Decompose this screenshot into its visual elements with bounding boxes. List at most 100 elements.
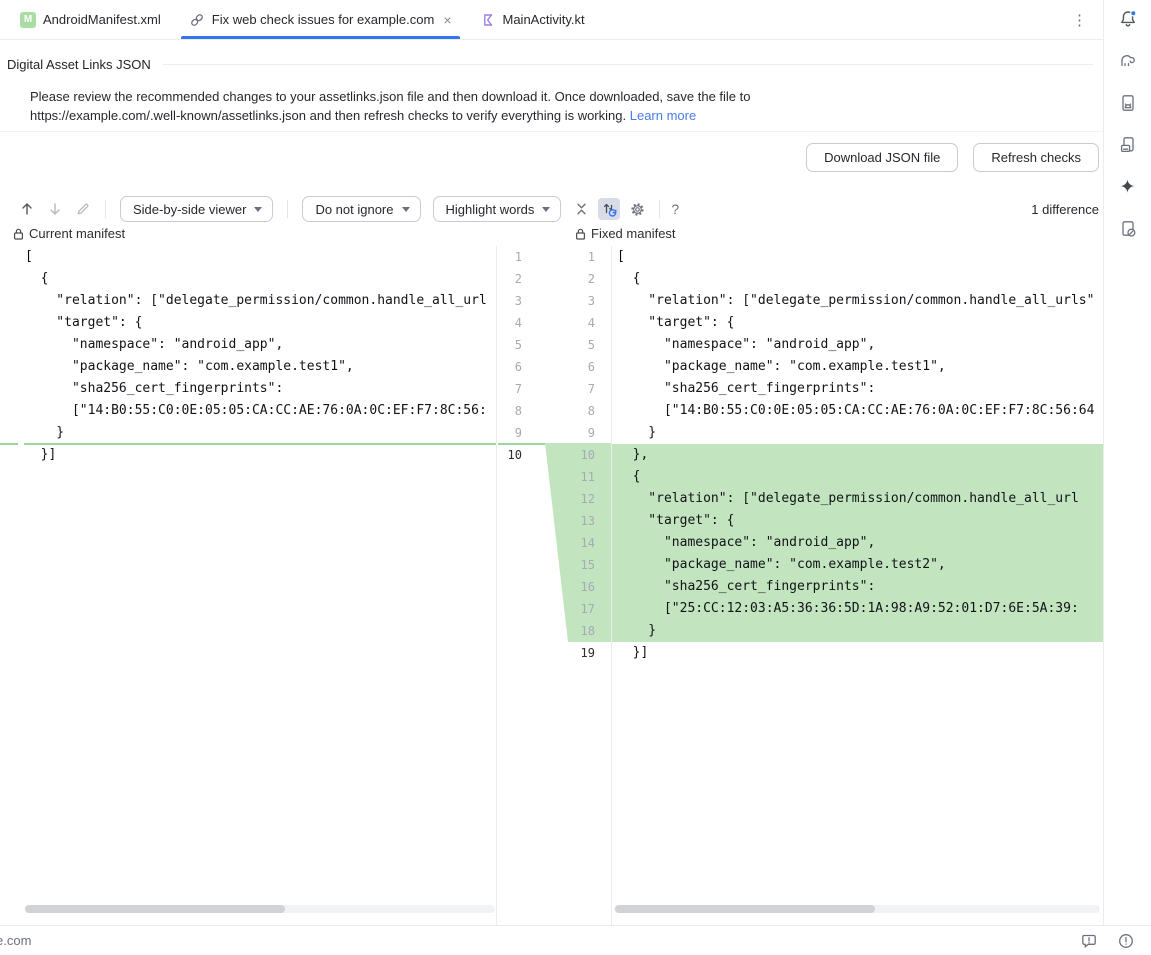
next-difference-icon[interactable] — [44, 198, 66, 220]
code-line[interactable]: "namespace": "android_app", — [0, 334, 496, 356]
code-line[interactable]: [ — [0, 246, 496, 268]
code-line[interactable]: ["14:B0:55:C0:0E:05:05:CA:CC:AE:76:0A:0C… — [0, 400, 496, 422]
code-line[interactable]: "sha256_cert_fingerprints": — [612, 576, 1103, 598]
line-number: 19 — [555, 642, 595, 664]
download-json-button[interactable]: Download JSON file — [806, 143, 958, 172]
line-number: 2 — [498, 268, 522, 290]
code-line[interactable]: }, — [612, 444, 1103, 466]
left-line-numbers: 12345678910 — [498, 246, 522, 466]
line-number: 7 — [555, 378, 595, 400]
insertion-marker — [24, 443, 496, 445]
chevron-down-icon — [402, 207, 410, 212]
tab-androidmanifest[interactable]: M AndroidManifest.xml — [6, 0, 175, 39]
code-line[interactable]: { — [612, 268, 1103, 290]
line-number: 10 — [555, 444, 595, 466]
code-line[interactable]: ["25:CC:12:03:A5:36:36:5D:1A:98:A9:52:01… — [612, 598, 1103, 620]
editor-tab-bar: M AndroidManifest.xml Fix web check issu… — [0, 0, 1103, 40]
code-line[interactable]: "package_name": "com.example.test1", — [612, 356, 1103, 378]
status-text: e.com — [0, 933, 31, 948]
code-line[interactable]: "sha256_cert_fingerprints": — [612, 378, 1103, 400]
divider — [287, 200, 288, 218]
code-line[interactable]: "target": { — [612, 312, 1103, 334]
diff-gutter: 12345678910 1234567891011121314151617181… — [498, 246, 611, 925]
divider — [659, 200, 660, 218]
line-number: 7 — [498, 378, 522, 400]
device-manager-icon[interactable] — [1114, 93, 1142, 113]
highlighting-mode-dropdown[interactable]: Highlight words — [433, 196, 562, 222]
notifications-icon[interactable] — [1114, 9, 1142, 29]
lock-icon — [12, 227, 25, 241]
left-code-lines: [ { "relation": ["delegate_permission/co… — [0, 246, 496, 466]
left-horizontal-scrollbar[interactable] — [25, 905, 495, 913]
code-line[interactable]: { — [0, 268, 496, 290]
right-pane-title: Fixed manifest — [574, 226, 676, 241]
line-number: 9 — [498, 422, 522, 444]
fixed-manifest-editor[interactable]: [ { "relation": ["delegate_permission/co… — [611, 246, 1103, 925]
collapse-unchanged-icon[interactable] — [570, 198, 592, 220]
line-number: 3 — [555, 290, 595, 312]
code-line[interactable]: "namespace": "android_app", — [612, 532, 1103, 554]
gear-icon[interactable] — [626, 198, 648, 220]
line-number: 1 — [555, 246, 595, 268]
page-title: Digital Asset Links JSON — [7, 57, 151, 72]
instructions-text: Please review the recommended changes to… — [30, 87, 750, 125]
synchronize-scrolling-toggle[interactable] — [598, 198, 620, 220]
code-line[interactable]: "relation": ["delegate_permission/common… — [612, 488, 1103, 510]
code-line[interactable]: } — [612, 620, 1103, 642]
code-line[interactable]: "target": { — [0, 312, 496, 334]
right-tool-window-strip: ✦ — [1103, 0, 1151, 925]
code-line[interactable]: }] — [0, 444, 496, 466]
code-line[interactable]: } — [612, 422, 1103, 444]
gemini-icon[interactable]: ✦ — [1114, 177, 1142, 197]
refresh-checks-button[interactable]: Refresh checks — [973, 143, 1099, 172]
close-icon[interactable]: × — [443, 12, 451, 28]
line-number: 18 — [555, 620, 595, 642]
tab-mainactivity[interactable]: MainActivity.kt — [466, 0, 599, 39]
previous-difference-icon[interactable] — [16, 198, 38, 220]
code-line[interactable]: "package_name": "com.example.test2", — [612, 554, 1103, 576]
line-number: 5 — [555, 334, 595, 356]
code-line[interactable]: "namespace": "android_app", — [612, 334, 1103, 356]
chevron-down-icon — [542, 207, 550, 212]
line-number: 2 — [555, 268, 595, 290]
line-number: 3 — [498, 290, 522, 312]
code-line[interactable]: "sha256_cert_fingerprints": — [0, 378, 496, 400]
line-number: 5 — [498, 334, 522, 356]
code-line[interactable]: ["14:B0:55:C0:0E:05:05:CA:CC:AE:76:0A:0C… — [612, 400, 1103, 422]
app-links-assistant-icon[interactable] — [1114, 219, 1142, 239]
code-line[interactable]: "package_name": "com.example.test1", — [0, 356, 496, 378]
help-icon[interactable]: ? — [671, 201, 679, 217]
current-manifest-editor[interactable]: [ { "relation": ["delegate_permission/co… — [0, 246, 497, 925]
code-line[interactable]: [ — [612, 246, 1103, 268]
code-line[interactable]: } — [0, 422, 496, 444]
ignore-policy-dropdown[interactable]: Do not ignore — [302, 196, 420, 222]
difference-count: 1 difference — [1031, 202, 1099, 217]
line-number: 10 — [498, 444, 522, 466]
right-line-numbers: 12345678910111213141516171819 — [555, 246, 595, 664]
more-options-icon[interactable]: ⋮ — [1072, 11, 1087, 29]
diff-toolbar: Side-by-side viewer Do not ignore Highli… — [16, 195, 1099, 223]
code-line[interactable]: "target": { — [612, 510, 1103, 532]
line-number: 12 — [555, 488, 595, 510]
running-devices-icon[interactable] — [1114, 135, 1142, 155]
divider — [163, 64, 1093, 65]
right-code-lines: [ { "relation": ["delegate_permission/co… — [612, 246, 1103, 664]
lock-icon — [574, 227, 587, 241]
feedback-icon[interactable] — [1080, 932, 1098, 950]
line-number: 6 — [555, 356, 595, 378]
kotlin-file-icon — [480, 12, 496, 28]
line-number: 17 — [555, 598, 595, 620]
right-horizontal-scrollbar[interactable] — [614, 905, 1100, 913]
code-line[interactable]: "relation": ["delegate_permission/common… — [0, 290, 496, 312]
code-line[interactable]: }] — [612, 642, 1103, 664]
viewer-mode-dropdown[interactable]: Side-by-side viewer — [120, 196, 273, 222]
edit-icon[interactable] — [72, 198, 94, 220]
line-number: 4 — [498, 312, 522, 334]
gradle-icon[interactable] — [1114, 51, 1142, 71]
tab-fix-web-check-issues[interactable]: Fix web check issues for example.com × — [175, 0, 466, 39]
code-line[interactable]: "relation": ["delegate_permission/common… — [612, 290, 1103, 312]
line-number: 13 — [555, 510, 595, 532]
problems-icon[interactable] — [1117, 932, 1135, 950]
code-line[interactable]: { — [612, 466, 1103, 488]
learn-more-link[interactable]: Learn more — [630, 108, 696, 123]
